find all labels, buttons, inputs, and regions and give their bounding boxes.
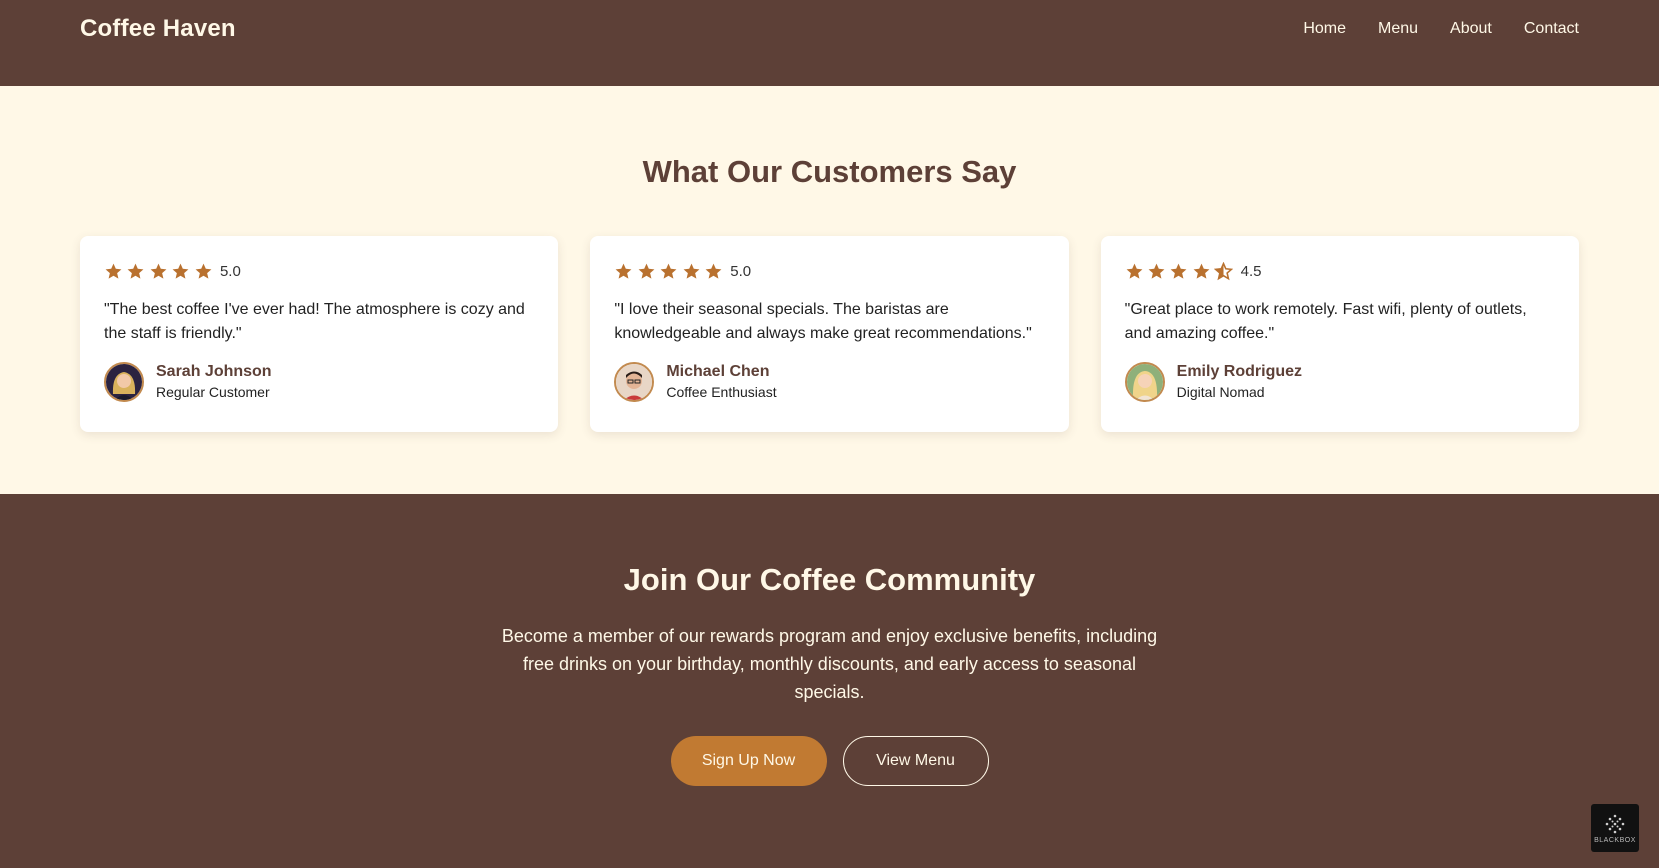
author-role: Regular Customer [156, 384, 270, 400]
rating-value: 5.0 [730, 262, 752, 280]
nav-link-about[interactable]: About [1450, 20, 1492, 37]
star-half-icon [1214, 261, 1234, 280]
star-full-icon [705, 263, 722, 279]
star-full-icon [172, 263, 189, 279]
author-name: Sarah Johnson [156, 363, 272, 380]
testimonial-quote: "I love their seasonal specials. The bar… [614, 301, 1032, 342]
author-role: Coffee Enthusiast [666, 384, 777, 400]
community-title: Join Our Coffee Community [623, 562, 1036, 597]
star-rating: 5.0 [614, 260, 1044, 282]
star-full-icon [1171, 263, 1187, 279]
testimonial-quote: "The best coffee I've ever had! The atmo… [104, 301, 525, 342]
nav-link-contact[interactable]: Contact [1524, 20, 1579, 37]
star-full-icon [1193, 263, 1210, 279]
badge-label: BLACKBOX [1594, 836, 1636, 844]
star-full-icon [683, 263, 699, 279]
community-description: Become a member of our rewards program a… [501, 626, 1158, 702]
star-full-icon [660, 263, 677, 279]
testimonial-card: 5.0 "I love their seasonal specials. The… [590, 236, 1069, 432]
star-full-icon [127, 263, 144, 279]
testimonial-quote: "Great place to work remotely. Fast wifi… [1124, 301, 1527, 342]
star-full-icon [638, 263, 655, 279]
author-name: Michael Chen [666, 363, 770, 380]
stars-group [614, 262, 726, 281]
star-rating: 4.5 [1125, 260, 1555, 282]
stars-group [104, 262, 216, 281]
stars-group [1125, 261, 1237, 281]
star-full-icon [1148, 263, 1165, 279]
testimonial-author: Emily Rodriguez Digital Nomad [1124, 362, 1555, 402]
author-role: Digital Nomad [1176, 384, 1265, 400]
star-full-icon [105, 263, 122, 279]
testimonial-cards: 5.0 "The best coffee I've ever had! The … [0, 236, 1659, 432]
sign-up-button[interactable]: Sign Up Now [670, 736, 827, 786]
testimonial-author: Michael Chen Coffee Enthusiast [614, 362, 1044, 402]
nav-links: Home Menu About Contact [1303, 14, 1579, 40]
rating-value: 5.0 [219, 262, 241, 280]
blackbox-logo-icon [1605, 814, 1625, 833]
navbar: Coffee Haven Home Menu About Contact [0, 0, 1659, 86]
testimonial-card: 5.0 "The best coffee I've ever had! The … [80, 236, 559, 432]
testimonials-section: What Our Customers Say 5.0 "The best cof… [0, 86, 1659, 494]
nav-link-home[interactable]: Home [1303, 20, 1346, 37]
star-rating: 5.0 [104, 260, 534, 282]
testimonial-author: Sarah Johnson Regular Customer [104, 362, 534, 402]
testimonial-card: 4.5 "Great place to work remotely. Fast … [1100, 236, 1579, 432]
rating-value: 4.5 [1240, 262, 1262, 280]
star-full-icon [1126, 263, 1143, 279]
avatar [104, 362, 144, 402]
cta-buttons: Sign Up Now View Menu [0, 736, 1659, 786]
star-full-icon [615, 263, 632, 279]
author-name: Emily Rodriguez [1176, 363, 1303, 380]
testimonials-title: What Our Customers Say [642, 154, 1017, 189]
star-full-icon [150, 263, 167, 279]
community-section: Join Our Coffee Community Become a membe… [0, 494, 1659, 868]
nav-link-menu[interactable]: Menu [1378, 20, 1418, 37]
star-full-icon [195, 263, 211, 279]
view-menu-button[interactable]: View Menu [842, 736, 989, 786]
avatar [1124, 362, 1165, 402]
blackbox-badge[interactable]: BLACKBOX [1591, 804, 1639, 852]
brand-logo[interactable]: Coffee Haven [80, 14, 236, 44]
avatar [614, 362, 655, 402]
